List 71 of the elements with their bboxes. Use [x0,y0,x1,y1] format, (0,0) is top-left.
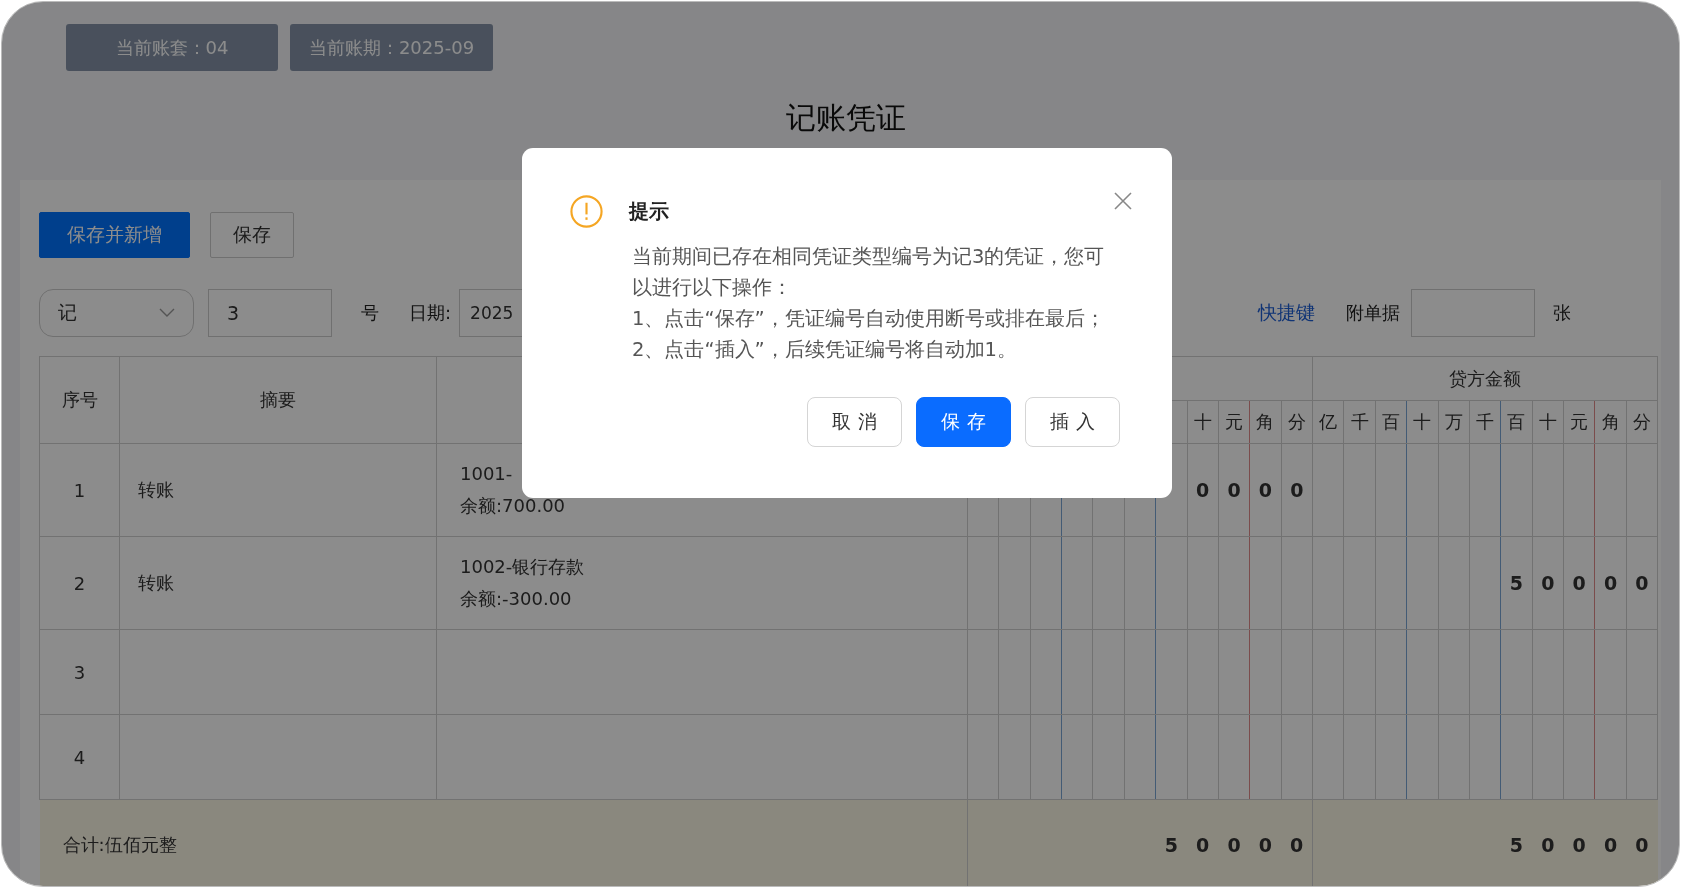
voucher-number-field[interactable]: 3 [208,289,332,337]
column-header: 序号 [39,356,120,444]
period-tag: 当前账期：2025-09 [290,24,493,71]
table-cell: 转账 [138,479,174,500]
total-digit: 0 [1603,834,1618,856]
digit-header: 亿 [1312,400,1344,444]
column-header: 摘要 [119,356,437,444]
total-digit: 0 [1258,834,1273,856]
period-tag: 当前账套：04 [66,24,278,71]
total-digit: 0 [1227,834,1241,856]
amount-digit: 0 [1281,443,1313,537]
total-digit: 0 [1635,834,1649,856]
save-button[interactable]: 保存 [210,212,294,258]
digit-header: 千 [1343,400,1376,444]
digit-header: 元 [1218,400,1250,444]
attachments-label: 附单据 [1346,301,1400,325]
dialog-button[interactable]: 取 消 [807,397,902,447]
digit-header: 十 [1532,400,1564,444]
chevron-down-icon [159,308,175,318]
total-digit: 0 [1541,834,1555,856]
dialog-title: 提示 [629,198,669,225]
total-digit: 5 [1164,834,1178,856]
total-digit: 0 [1196,834,1210,856]
digit-header: 角 [1249,400,1282,444]
digit-header: 十 [1187,400,1219,444]
dialog-button[interactable]: 保 存 [916,397,1011,447]
shortcut-link[interactable]: 快捷键 [1258,300,1315,326]
digit-header: 百 [1500,400,1533,444]
number-suffix: 号 [361,301,379,325]
amount-digit: 0 [1626,536,1658,630]
voucher-type-select[interactable]: 记 [39,289,194,337]
save-button[interactable]: 保存并新增 [39,212,190,258]
digit-header: 十 [1406,400,1439,444]
amount-digit: 0 [1563,536,1595,630]
column-header: 贷方金额 [1312,356,1658,401]
dialog-message: 1、点击“保存”，凭证编号自动使用断号或排在最后； [632,306,1106,332]
table-cell: 4 [39,714,120,800]
digit-header: 万 [1438,400,1470,444]
table-cell: 转账 [138,572,174,593]
table-cell: 2 [39,536,120,630]
total-digit: 0 [1289,834,1304,856]
account-name: 1002-银行存款 [460,555,586,579]
account-balance: 余额:-300.00 [460,587,573,611]
warning-icon [569,194,604,229]
table-cell: 1 [39,443,120,537]
account-name: 1001- [460,462,514,486]
amount-digit: 5 [1500,536,1533,630]
date-label: 日期: [409,301,452,325]
account-balance: 余额:700.00 [460,494,567,518]
total-label: 合计:伍佰元整 [62,834,177,855]
amount-digit: 0 [1218,443,1250,537]
amount-digit: 0 [1594,536,1627,630]
attachments-field[interactable] [1411,289,1535,337]
digit-header: 千 [1469,400,1501,444]
digit-header: 角 [1594,400,1627,444]
amount-digit: 0 [1187,443,1219,537]
dialog-message: 2、点击“插入”，后续凭证编号将自动加1。 [632,337,1019,363]
digit-header: 元 [1563,400,1595,444]
total-digit: 0 [1572,834,1586,856]
total-digit: 5 [1509,834,1524,856]
page-title: 记账凭证 [784,99,907,137]
attachments-unit: 张 [1553,301,1571,325]
table-cell: 3 [39,629,120,715]
amount-digit: 0 [1249,443,1282,537]
close-icon[interactable] [1114,192,1132,210]
dialog-button[interactable]: 插 入 [1025,397,1120,447]
digit-header: 百 [1375,400,1407,444]
amount-digit: 0 [1532,536,1564,630]
dialog-message: 当前期间已存在相同凭证类型编号为记3的凭证，您可以进行以下操作： [632,244,1106,301]
digit-header: 分 [1281,400,1313,444]
digit-header: 分 [1626,400,1658,444]
